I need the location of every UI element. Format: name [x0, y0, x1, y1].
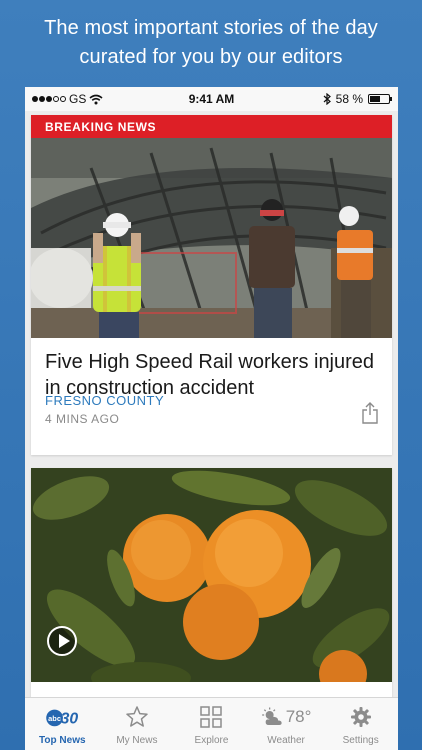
tab-label: Weather [267, 735, 305, 746]
star-icon [126, 706, 148, 727]
promo-line-2: curated for you by our editors [79, 46, 343, 68]
tab-label: Explore [194, 735, 229, 746]
tab-label: My News [116, 735, 158, 746]
battery-percent: 58 % [335, 92, 363, 106]
bluetooth-icon [323, 93, 331, 105]
promo-line-1: The most important stories of the day [44, 17, 378, 39]
grid-icon [200, 706, 223, 728]
battery-fill [370, 96, 381, 102]
partly-cloudy-icon [262, 707, 282, 725]
story-category[interactable]: FRESNO COUNTY [45, 393, 164, 408]
tab-weather[interactable]: 78° Weather [249, 698, 324, 750]
tab-label: Settings [342, 735, 379, 746]
top-story-card[interactable]: BREAKING NEWS Five High Speed Rail worke… [31, 115, 392, 455]
status-right: 58 % [323, 92, 392, 106]
tab-settings[interactable]: Settings [323, 698, 398, 750]
tab-label: Top News [39, 735, 86, 746]
weather-temp: 78° [285, 707, 312, 726]
battery-icon [368, 94, 392, 104]
share-icon[interactable] [360, 401, 380, 425]
phone-screen: GS 9:41 AM 58 % BREAKING NEWS Five High … [25, 87, 398, 750]
gear-icon [350, 707, 371, 727]
top-story-meta: FRESNO COUNTY 4 MINS AGO [45, 393, 164, 426]
oranges-image [31, 468, 392, 682]
status-bar: GS 9:41 AM 58 % [25, 87, 398, 111]
tab-bar: abc 30 Top News My News Explore 78° Weat… [25, 697, 398, 750]
tab-my-news[interactable]: My News [100, 698, 175, 750]
top-story-headline[interactable]: Five High Speed Rail workers injured in … [31, 338, 392, 401]
svg-text:abc: abc [48, 714, 61, 723]
abc30-logo-icon: abc 30 [46, 709, 79, 728]
tab-explore[interactable]: Explore [174, 698, 249, 750]
svg-text:30: 30 [61, 711, 79, 728]
story-time: 4 MINS AGO [45, 412, 120, 426]
breaking-news-badge: BREAKING NEWS [31, 115, 392, 138]
tab-top-news[interactable]: abc 30 Top News [25, 698, 100, 750]
second-story-photo[interactable] [31, 468, 392, 682]
top-story-photo[interactable] [31, 138, 392, 338]
construction-scene-image [31, 138, 392, 338]
promo-caption: The most important stories of the day cu… [0, 14, 422, 72]
weather-indicator: 78° [261, 704, 312, 730]
play-video-button[interactable] [47, 626, 77, 656]
